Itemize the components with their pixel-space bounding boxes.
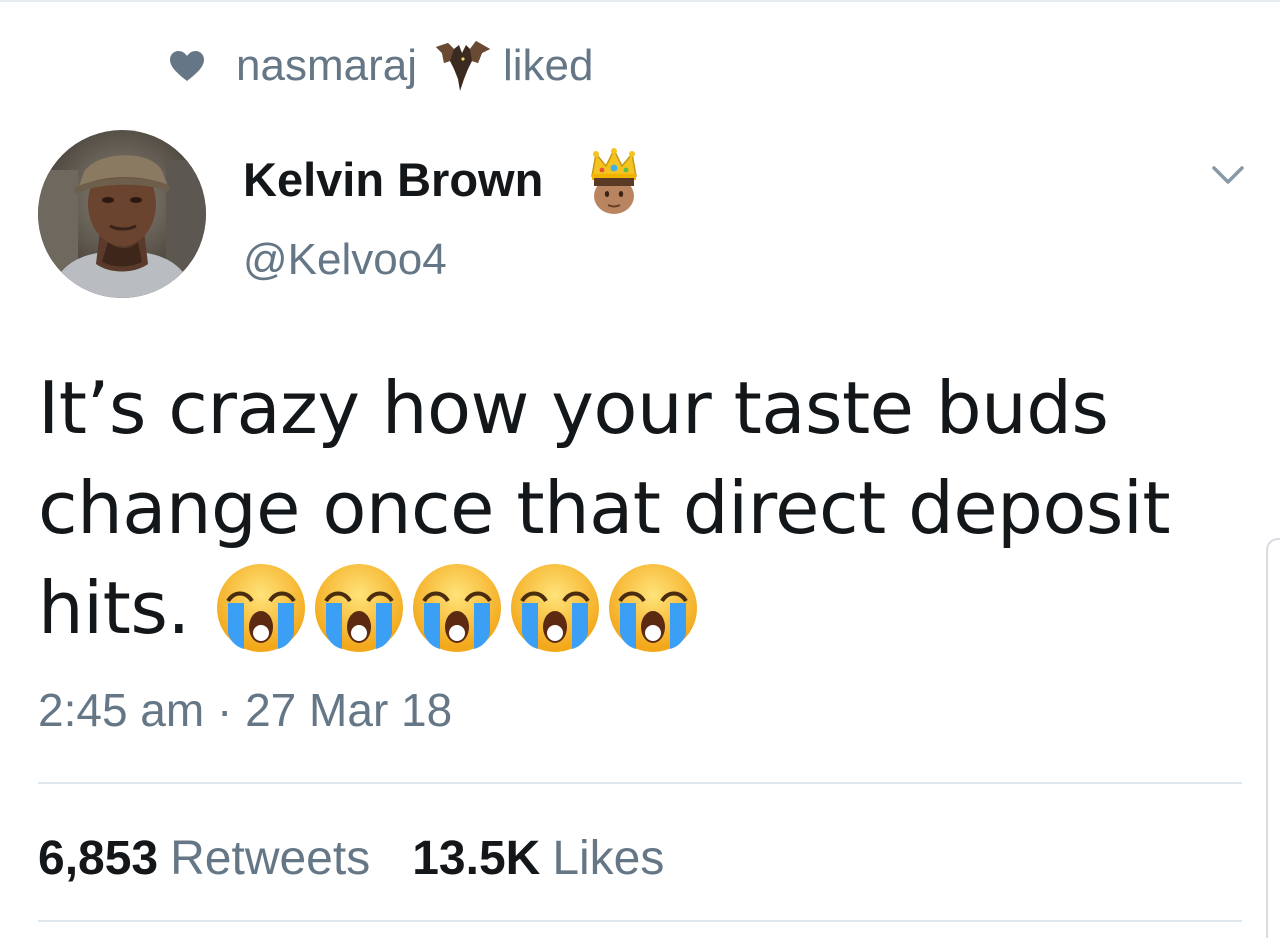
loudly-crying-face-icon	[510, 564, 599, 652]
chevron-down-icon[interactable]	[1208, 160, 1248, 190]
retweets-label[interactable]: Retweets	[170, 826, 370, 892]
scroll-edge	[1266, 538, 1280, 938]
tweet-timestamp[interactable]: 2:45 am · 27 Mar 18	[38, 680, 452, 740]
heart-icon	[168, 48, 206, 84]
avatar[interactable]	[38, 130, 206, 298]
tweet-text: It’s crazy how your taste buds change on…	[38, 358, 1238, 658]
emoji-group	[214, 561, 704, 655]
retweets-count[interactable]: 6,853	[38, 826, 158, 892]
loudly-crying-face-icon	[216, 564, 305, 652]
divider	[38, 920, 1242, 922]
crowned-prince-icon	[586, 148, 642, 216]
loudly-crying-face-icon	[314, 564, 403, 652]
likes-count[interactable]: 13.5K	[412, 826, 540, 892]
divider	[38, 782, 1242, 784]
likes-label[interactable]: Likes	[552, 826, 664, 892]
engagement-stats: 6,853 Retweets 13.5K Likes	[38, 826, 664, 892]
liked-label: liked	[502, 41, 594, 90]
author-handle[interactable]: @Kelvoo4	[243, 230, 447, 290]
loudly-crying-face-icon	[608, 564, 697, 652]
tweet-line: It’s crazy how your taste buds	[38, 366, 1109, 450]
top-border	[0, 0, 1280, 2]
author-display-name[interactable]: Kelvin Brown	[243, 150, 543, 210]
bat-icon	[431, 38, 493, 94]
loudly-crying-face-icon	[412, 564, 501, 652]
social-context: nasmaraj liked	[168, 38, 593, 94]
liker-username[interactable]: nasmaraj	[236, 38, 417, 94]
tweet-line: change once that direct deposit	[38, 466, 1171, 550]
tweet-line: hits.	[38, 566, 190, 650]
